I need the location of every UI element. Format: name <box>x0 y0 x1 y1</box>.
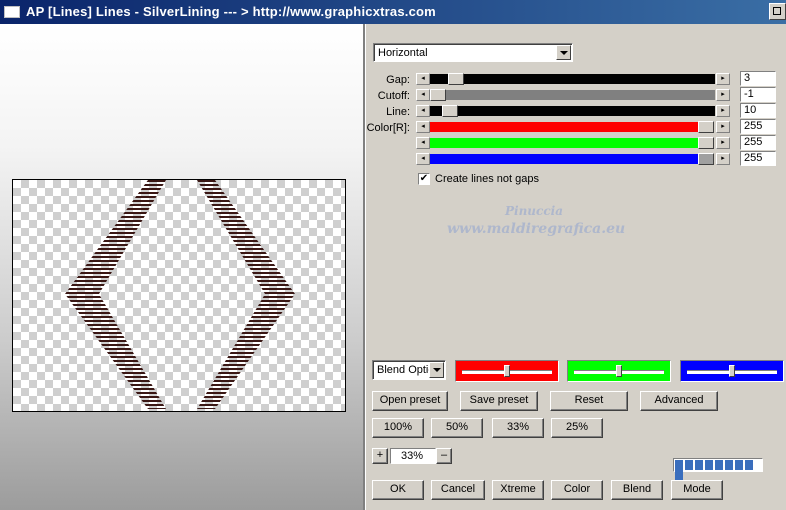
blue-blend-thumb[interactable] <box>729 365 735 377</box>
slider-label-gap: Gap: <box>386 74 410 86</box>
gap-slider[interactable]: ◂ ▸ <box>416 73 730 85</box>
green-blend-thumb[interactable] <box>616 365 622 377</box>
progress-blocks-icon <box>673 458 763 480</box>
window-title: AP [Lines] Lines - SilverLining --- > ht… <box>26 4 436 19</box>
progress-segment <box>675 470 683 480</box>
gap-fill <box>430 74 715 84</box>
advanced-button[interactable]: Advanced <box>640 391 718 411</box>
cutoff-slider[interactable]: ◂ ▸ <box>416 89 730 101</box>
ok-button[interactable]: OK <box>372 480 424 500</box>
close-button[interactable] <box>769 3 786 20</box>
arrow-left-icon[interactable]: ◂ <box>416 89 430 101</box>
arrow-left-icon[interactable]: ◂ <box>416 137 430 149</box>
arrow-left-icon[interactable]: ◂ <box>416 73 430 85</box>
line-thumb[interactable] <box>442 105 458 117</box>
zoom-100-button[interactable]: 100% <box>372 418 424 438</box>
preview-canvas[interactable] <box>12 179 346 412</box>
red-value[interactable]: 255 <box>740 119 776 134</box>
blend-button[interactable]: Blend <box>611 480 663 500</box>
window-box-icon <box>773 7 781 15</box>
red-blend-slider[interactable] <box>455 360 559 382</box>
line-fill <box>430 106 715 116</box>
red-thumb[interactable] <box>698 121 714 133</box>
create-lines-checkbox[interactable]: ✔ <box>418 173 430 185</box>
arrow-right-icon[interactable]: ▸ <box>716 121 730 133</box>
watermark-url: www.maldiregrafica.eu <box>447 221 626 237</box>
chevron-down-icon[interactable] <box>556 45 571 60</box>
green-value[interactable]: 255 <box>740 135 776 150</box>
line-slider[interactable]: ◂ ▸ <box>416 105 730 117</box>
color-button[interactable]: Color <box>551 480 603 500</box>
cancel-button[interactable]: Cancel <box>431 480 485 500</box>
green-blend-slider[interactable] <box>567 360 671 382</box>
blue-thumb[interactable] <box>698 153 714 165</box>
arrow-right-icon[interactable]: ▸ <box>716 137 730 149</box>
title-bar: AP [Lines] Lines - SilverLining --- > ht… <box>0 0 786 24</box>
blue-blend-slider[interactable] <box>680 360 784 382</box>
window-icon <box>4 6 20 18</box>
arrow-left-icon[interactable]: ◂ <box>416 153 430 165</box>
left-chevron-shape <box>65 180 166 409</box>
blue-value[interactable]: 255 <box>740 151 776 166</box>
green-slider[interactable]: ◂ ▸ <box>416 137 730 149</box>
progress-segment <box>675 460 683 470</box>
arrow-left-icon[interactable]: ◂ <box>416 121 430 133</box>
open-preset-button[interactable]: Open preset <box>372 391 448 411</box>
arrow-left-icon[interactable]: ◂ <box>416 105 430 117</box>
progress-segment <box>735 460 743 470</box>
arrow-right-icon[interactable]: ▸ <box>716 153 730 165</box>
zoom-33-button[interactable]: 33% <box>492 418 544 438</box>
progress-segment <box>745 460 753 470</box>
slider-label-line: Line: <box>386 106 410 118</box>
cutoff-fill <box>446 90 715 100</box>
slider-label-color-r: Color[R]: <box>366 122 410 134</box>
create-lines-label: Create lines not gaps <box>435 173 539 185</box>
arrow-right-icon[interactable]: ▸ <box>716 105 730 117</box>
line-value[interactable]: 10 <box>740 103 776 118</box>
progress-segment <box>695 460 703 470</box>
reset-button[interactable]: Reset <box>550 391 628 411</box>
blend-value: Blend Optio <box>377 364 429 376</box>
watermark-name: Pinuccia <box>505 204 563 218</box>
progress-segment <box>725 460 733 470</box>
cutoff-value[interactable]: -1 <box>740 87 776 102</box>
gap-value[interactable]: 3 <box>740 71 776 86</box>
preview-stripes <box>65 180 295 409</box>
blue-fill <box>430 154 698 164</box>
red-fill <box>430 122 698 132</box>
zoom-25-button[interactable]: 25% <box>551 418 603 438</box>
zoom-50-button[interactable]: 50% <box>431 418 483 438</box>
arrow-right-icon[interactable]: ▸ <box>716 89 730 101</box>
zoom-out-button[interactable]: – <box>436 448 452 464</box>
progress-segment <box>685 460 693 470</box>
chevron-down-icon[interactable] <box>429 362 444 378</box>
blue-slider[interactable]: ◂ ▸ <box>416 153 730 165</box>
slider-label-cutoff: Cutoff: <box>377 90 410 102</box>
direction-select[interactable]: Horizontal <box>373 43 573 62</box>
red-blend-thumb[interactable] <box>504 365 510 377</box>
cutoff-thumb[interactable] <box>430 89 446 101</box>
red-slider[interactable]: ◂ ▸ <box>416 121 730 133</box>
progress-segment <box>705 460 713 470</box>
gap-thumb[interactable] <box>448 73 464 85</box>
zoom-in-button[interactable]: + <box>372 448 388 464</box>
preview-pane <box>0 24 363 510</box>
right-chevron-shape <box>197 180 295 409</box>
progress-segment <box>715 460 723 470</box>
direction-value: Horizontal <box>378 47 428 59</box>
blend-select[interactable]: Blend Optio <box>372 360 446 380</box>
save-preset-button[interactable]: Save preset <box>460 391 538 411</box>
green-fill <box>430 138 698 148</box>
arrow-right-icon[interactable]: ▸ <box>716 73 730 85</box>
zoom-value[interactable]: 33% <box>390 448 436 464</box>
green-thumb[interactable] <box>698 137 714 149</box>
controls-pane: Horizontal Gap: ◂ ▸ 3 Cutoff: ◂ ▸ -1 Lin… <box>366 24 786 510</box>
mode-button[interactable]: Mode <box>671 480 723 500</box>
xtreme-button[interactable]: Xtreme <box>492 480 544 500</box>
